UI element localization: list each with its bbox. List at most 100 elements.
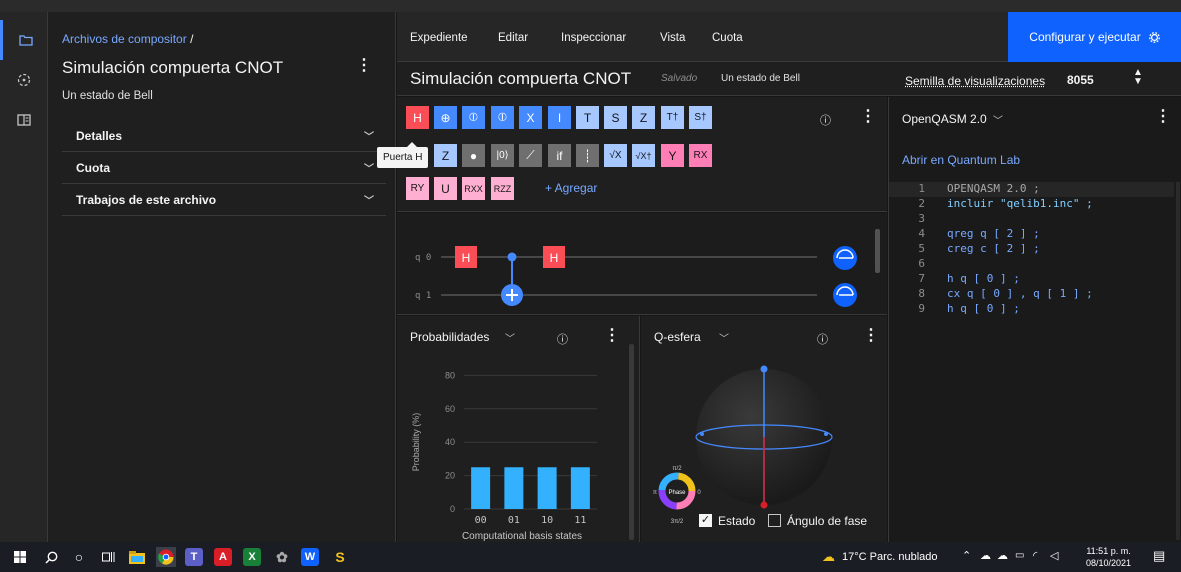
rail-files-button[interactable] bbox=[0, 20, 48, 60]
info-icon[interactable]: ⓘ bbox=[817, 331, 828, 347]
menu-inspect[interactable]: Inspeccionar bbox=[561, 32, 626, 44]
volume-icon[interactable]: ◁ bbox=[1050, 549, 1058, 562]
gate-swap[interactable]: X bbox=[519, 106, 542, 129]
windows-start-icon[interactable] bbox=[10, 547, 30, 567]
palette-overflow-menu-icon[interactable]: ⋮ bbox=[860, 109, 876, 125]
gate-rx[interactable]: RX bbox=[689, 144, 712, 167]
gate-s[interactable]: S bbox=[604, 106, 627, 129]
code-line[interactable]: 9 h q [ 0 ] ; bbox=[889, 302, 1174, 317]
code-line[interactable]: 7 h q [ 0 ] ; bbox=[889, 272, 1174, 287]
seed-value[interactable]: 8055 bbox=[1067, 73, 1094, 87]
gate-i[interactable]: I bbox=[548, 106, 571, 129]
file-explorer-icon[interactable] bbox=[127, 547, 147, 567]
qsphere-overflow-menu-icon[interactable]: ⋮ bbox=[863, 328, 879, 344]
weather-text[interactable]: 17°C Parc. nublado bbox=[842, 551, 938, 563]
code-line[interactable]: 6 bbox=[889, 257, 1174, 272]
gate-rz[interactable]: Z bbox=[434, 144, 457, 167]
code-editor[interactable]: 1 OPENQASM 2.0 ; 2 incluir "qelib1.inc" ; 3 4… bbox=[889, 182, 1181, 342]
menu-quota[interactable]: Cuota bbox=[712, 32, 743, 44]
gate-u[interactable]: U bbox=[434, 177, 457, 200]
chevron-down-icon[interactable]: ﹀ bbox=[993, 112, 1003, 127]
info-icon[interactable]: ⓘ bbox=[557, 331, 568, 347]
bar-11[interactable] bbox=[571, 467, 590, 509]
probabilities-title[interactable]: Probabilidades bbox=[410, 330, 489, 344]
gate-ry[interactable]: RY bbox=[406, 177, 429, 200]
code-overflow-menu-icon[interactable]: ⋮ bbox=[1155, 109, 1171, 125]
excel-icon[interactable]: X bbox=[243, 548, 261, 566]
battery-icon[interactable]: ▭ bbox=[1015, 550, 1024, 561]
gate-sdg[interactable]: S† bbox=[689, 106, 712, 129]
accordion-jobs[interactable]: Trabajos de este archivo ﹀ bbox=[62, 184, 386, 216]
acrobat-icon[interactable]: A bbox=[214, 548, 232, 566]
word-icon[interactable]: W bbox=[301, 548, 319, 566]
code-line[interactable]: 4 qreg q [ 2 ] ; bbox=[889, 227, 1174, 242]
code-line[interactable]: 2 incluir "qelib1.inc" ; bbox=[889, 197, 1174, 212]
gate-barrier[interactable]: ┊ bbox=[576, 144, 599, 167]
qsphere-title[interactable]: Q-esfera bbox=[654, 330, 701, 344]
code-line[interactable]: 3 bbox=[889, 212, 1174, 227]
seed-stepper-icon[interactable]: ▲ ▼ bbox=[1133, 68, 1143, 86]
probabilities-overflow-menu-icon[interactable]: ⋮ bbox=[604, 328, 620, 344]
gate-toffoli[interactable]: ⦶ bbox=[462, 106, 485, 129]
circuit-composer[interactable]: q 0 q 1 H H bbox=[397, 213, 887, 315]
gate-sxdg[interactable]: √X† bbox=[632, 144, 655, 167]
gate-tdg[interactable]: T† bbox=[661, 106, 684, 129]
rail-docs-button[interactable] bbox=[0, 100, 48, 140]
add-gate-link[interactable]: + Agregar bbox=[545, 181, 597, 195]
code-line[interactable]: 1 OPENQASM 2.0 ; bbox=[889, 182, 1174, 197]
bar-01[interactable] bbox=[504, 467, 523, 509]
setup-and-run-button[interactable]: Configurar y ejecutar bbox=[1008, 12, 1181, 62]
circuit-title[interactable]: Simulación compuerta CNOT bbox=[410, 69, 631, 89]
gate-measure[interactable]: ⟋ bbox=[519, 144, 542, 167]
gate-control[interactable]: ● bbox=[462, 144, 485, 167]
code-line[interactable]: 8 cx q [ 0 ] , q [ 1 ] ; bbox=[889, 287, 1174, 302]
sublime-icon[interactable]: S bbox=[330, 547, 350, 567]
probabilities-scrollbar[interactable] bbox=[629, 344, 634, 540]
tray-chevron-up-icon[interactable]: ⌃ bbox=[962, 549, 971, 562]
menu-file[interactable]: Expediente bbox=[410, 32, 468, 44]
cnot-control[interactable] bbox=[508, 253, 517, 262]
tray-clock[interactable]: 11:51 p. m. 08/10/2021 bbox=[1086, 545, 1131, 569]
code-language-select[interactable]: OpenQASM 2.0 bbox=[902, 112, 987, 126]
file-overflow-menu-icon[interactable]: ⋮ bbox=[356, 58, 372, 74]
code-line[interactable]: 5 creg c [ 2 ] ; bbox=[889, 242, 1174, 257]
composer-scrollbar[interactable] bbox=[875, 229, 880, 273]
menu-view[interactable]: Vista bbox=[660, 32, 685, 44]
cloud-icon[interactable]: ☁ bbox=[997, 549, 1008, 562]
bar-10[interactable] bbox=[538, 467, 557, 509]
app-icon[interactable]: ✿ bbox=[272, 547, 292, 567]
weather-icon[interactable]: ☁ bbox=[822, 549, 835, 565]
gate-y[interactable]: Y bbox=[661, 144, 684, 167]
accordion-details[interactable]: Detalles ﹀ bbox=[62, 120, 386, 152]
gate-reset[interactable]: |0⟩ bbox=[491, 144, 514, 167]
chevron-down-icon[interactable]: ﹀ bbox=[719, 330, 729, 345]
gate-if[interactable]: if bbox=[548, 144, 571, 167]
chrome-icon[interactable] bbox=[156, 547, 176, 567]
onedrive-icon[interactable]: ☁ bbox=[980, 549, 991, 562]
gate-rzz[interactable]: RZZ bbox=[491, 177, 514, 200]
task-view-icon[interactable] bbox=[98, 547, 118, 567]
info-icon[interactable]: ⓘ bbox=[820, 112, 831, 128]
menu-edit[interactable]: Editar bbox=[498, 32, 528, 44]
gate-h[interactable]: H bbox=[406, 106, 429, 129]
search-icon[interactable] bbox=[41, 547, 61, 567]
breadcrumb-link[interactable]: Archivos de compositor bbox=[62, 32, 187, 46]
gate-t[interactable]: T bbox=[576, 106, 599, 129]
teams-icon[interactable]: T bbox=[185, 548, 203, 566]
rail-jobs-button[interactable] bbox=[0, 60, 48, 100]
wifi-icon[interactable]: ◜ bbox=[1033, 549, 1037, 562]
accordion-quota[interactable]: Cuota ﹀ bbox=[62, 152, 386, 184]
phase-angle-checkbox[interactable] bbox=[768, 514, 781, 527]
chevron-down-icon[interactable]: ﹀ bbox=[505, 330, 515, 345]
code-scrollbar[interactable] bbox=[1176, 182, 1180, 540]
notifications-icon[interactable]: ▤ bbox=[1153, 548, 1165, 564]
gate-sx[interactable]: √X bbox=[604, 144, 627, 167]
state-checkbox[interactable]: ✓ bbox=[699, 514, 712, 527]
cortana-icon[interactable]: ○ bbox=[69, 547, 89, 567]
bar-00[interactable] bbox=[471, 467, 490, 509]
gate-cnot[interactable]: ⊕ bbox=[434, 106, 457, 129]
gate-rxx[interactable]: RXX bbox=[462, 177, 485, 200]
circuit-diagram[interactable]: q 0 q 1 H H bbox=[397, 213, 887, 315]
gate-ccx[interactable]: ⦶ bbox=[491, 106, 514, 129]
open-quantum-lab-link[interactable]: Abrir en Quantum Lab bbox=[902, 153, 1020, 167]
